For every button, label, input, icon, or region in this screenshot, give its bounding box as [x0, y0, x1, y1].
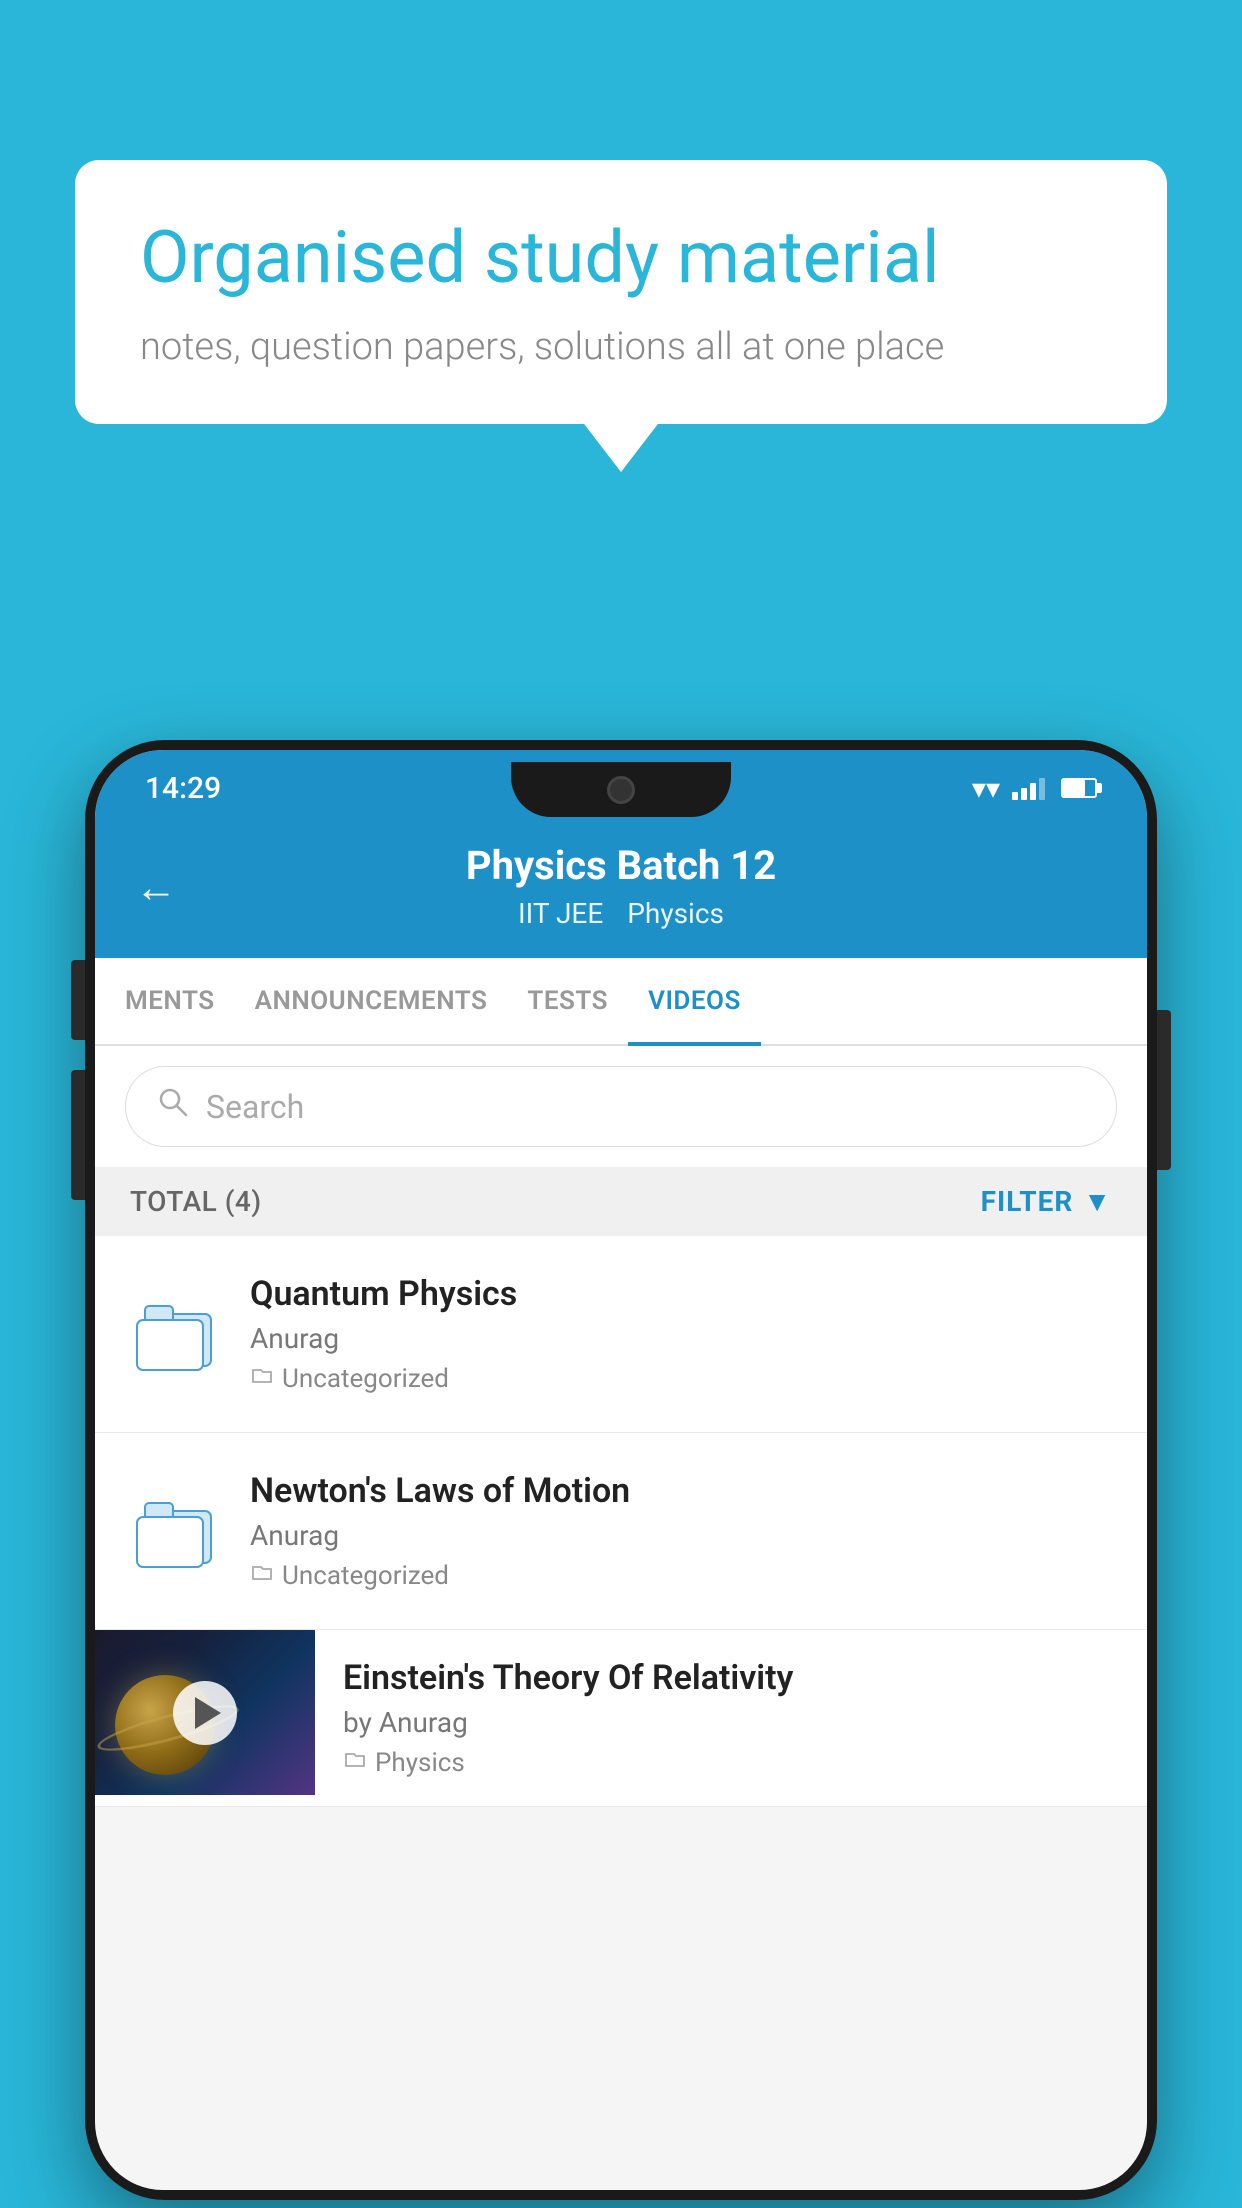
- video-author: by Anurag: [343, 1706, 1119, 1739]
- phone-volume-down-button: [71, 1070, 85, 1200]
- header-tag-physics: Physics: [627, 897, 724, 930]
- play-button[interactable]: [173, 1681, 237, 1745]
- tab-videos[interactable]: VIDEOS: [628, 958, 761, 1044]
- signal-bar-4: [1039, 778, 1045, 800]
- signal-bar-2: [1021, 788, 1027, 800]
- video-tag: Uncategorized: [250, 1363, 1112, 1394]
- video-title: Quantum Physics: [250, 1274, 1112, 1314]
- filter-button[interactable]: FILTER ▼: [981, 1185, 1112, 1218]
- phone-notch: [511, 762, 731, 817]
- search-bar[interactable]: Search: [125, 1066, 1117, 1147]
- phone-frame: 14:29 ▾▾ ← Physics Batch: [85, 740, 1157, 2200]
- battery-fill: [1063, 780, 1085, 796]
- list-item[interactable]: Quantum Physics Anurag Uncategorized: [95, 1236, 1147, 1433]
- tabs-bar: MENTS ANNOUNCEMENTS TESTS VIDEOS: [95, 958, 1147, 1046]
- status-time: 14:29: [145, 771, 221, 806]
- tag-icon: [343, 1747, 367, 1778]
- bubble-title: Organised study material: [140, 215, 1102, 301]
- phone-power-button: [1157, 1010, 1171, 1170]
- signal-bar-1: [1012, 792, 1018, 800]
- video-info-einstein: Einstein's Theory Of Relativity by Anura…: [315, 1630, 1147, 1806]
- speech-bubble-container: Organised study material notes, question…: [75, 160, 1167, 424]
- phone-screen: 14:29 ▾▾ ← Physics Batch: [95, 750, 1147, 2190]
- tab-announcements[interactable]: ANNOUNCEMENTS: [235, 958, 508, 1044]
- signal-bars: [1012, 776, 1045, 800]
- folder-icon-quantum: [130, 1289, 220, 1379]
- phone-camera: [607, 776, 635, 804]
- signal-bar-3: [1030, 783, 1036, 800]
- search-icon: [156, 1085, 190, 1128]
- phone-volume-up-button: [71, 960, 85, 1040]
- video-info-newton: Newton's Laws of Motion Anurag Uncategor…: [250, 1471, 1112, 1591]
- app-header: ← Physics Batch 12 IIT JEE Physics: [95, 818, 1147, 958]
- einstein-thumbnail: [95, 1630, 315, 1795]
- folder-icon-newton: [130, 1486, 220, 1576]
- list-item[interactable]: Newton's Laws of Motion Anurag Uncategor…: [95, 1433, 1147, 1630]
- bubble-subtitle: notes, question papers, solutions all at…: [140, 325, 1102, 369]
- video-title: Einstein's Theory Of Relativity: [343, 1658, 1119, 1698]
- back-button[interactable]: ←: [135, 864, 177, 913]
- play-triangle-icon: [195, 1697, 221, 1729]
- tab-ments[interactable]: MENTS: [105, 958, 235, 1044]
- video-author: Anurag: [250, 1519, 1112, 1552]
- video-tag: Uncategorized: [250, 1560, 1112, 1591]
- video-author: Anurag: [250, 1322, 1112, 1355]
- video-title: Newton's Laws of Motion: [250, 1471, 1112, 1511]
- wifi-icon: ▾▾: [972, 772, 1000, 805]
- list-item[interactable]: Einstein's Theory Of Relativity by Anura…: [95, 1630, 1147, 1807]
- filter-label: FILTER: [981, 1185, 1074, 1218]
- status-icons: ▾▾: [972, 772, 1097, 805]
- search-placeholder: Search: [206, 1088, 304, 1126]
- header-tags: IIT JEE Physics: [518, 897, 724, 930]
- header-tag-iitjee: IIT JEE: [518, 897, 603, 930]
- video-info-quantum: Quantum Physics Anurag Uncategorized: [250, 1274, 1112, 1394]
- video-tag: Physics: [343, 1747, 1119, 1778]
- search-container: Search: [95, 1046, 1147, 1167]
- tag-icon: [250, 1560, 274, 1591]
- video-list: Quantum Physics Anurag Uncategorized: [95, 1236, 1147, 1807]
- header-title: Physics Batch 12: [466, 842, 776, 889]
- filter-icon: ▼: [1083, 1185, 1112, 1218]
- tag-icon: [250, 1363, 274, 1394]
- tab-tests[interactable]: TESTS: [507, 958, 628, 1044]
- filter-bar: TOTAL (4) FILTER ▼: [95, 1167, 1147, 1236]
- speech-bubble: Organised study material notes, question…: [75, 160, 1167, 424]
- phone-container: 14:29 ▾▾ ← Physics Batch: [85, 740, 1157, 2208]
- battery-icon: [1061, 778, 1097, 798]
- total-count: TOTAL (4): [130, 1185, 262, 1218]
